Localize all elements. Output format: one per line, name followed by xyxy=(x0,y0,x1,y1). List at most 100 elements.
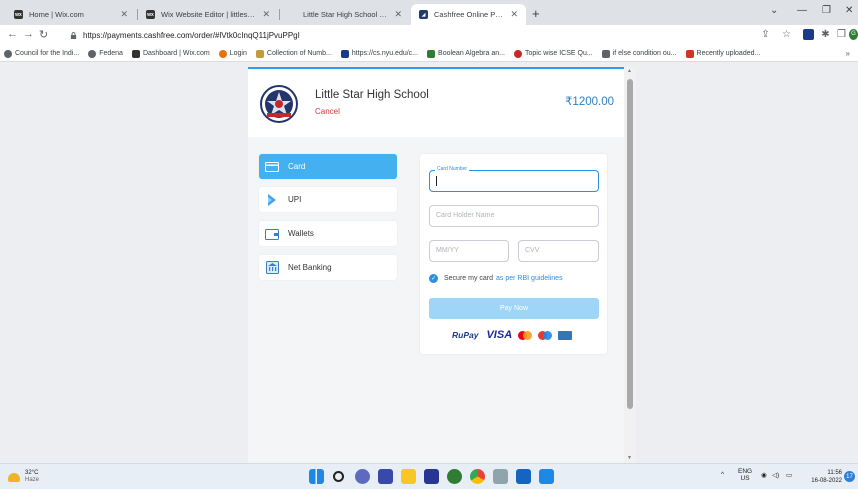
method-wallets[interactable]: Wallets xyxy=(259,221,397,246)
bookmark-item[interactable]: Login xyxy=(218,49,247,58)
volume-icon[interactable]: ◁) xyxy=(772,471,779,479)
wifi-icon[interactable]: ◉ xyxy=(761,471,767,479)
chat-icon[interactable] xyxy=(355,469,370,484)
chrome-icon[interactable] xyxy=(470,469,485,484)
pay-now-button[interactable]: Pay Now xyxy=(429,298,599,319)
method-net-banking[interactable]: Net Banking xyxy=(259,255,397,280)
method-label: Card xyxy=(288,162,306,171)
expiry-field[interactable]: MM/YY xyxy=(429,240,509,262)
scroll-up-icon[interactable]: ▲ xyxy=(627,68,632,74)
rbi-guidelines-link[interactable]: as per RBI guidelines xyxy=(496,275,563,282)
tab-search-icon[interactable]: ⌄ xyxy=(770,5,778,16)
bookmark-item[interactable]: if else condition ou... xyxy=(601,49,677,58)
payment-area: Card UPI Wallets Net Banking Card Number xyxy=(248,137,624,463)
more-bookmarks-icon[interactable]: » xyxy=(846,49,850,58)
bookmark-item[interactable]: Collection of Numb... xyxy=(255,49,332,58)
file-explorer-icon[interactable] xyxy=(401,469,416,484)
wix-icon xyxy=(131,49,140,58)
scrollbar-thumb[interactable] xyxy=(627,79,633,409)
language-indicator[interactable]: ENG US xyxy=(738,468,752,482)
wix-favicon-icon: wx xyxy=(146,10,155,19)
weather-text: Haze xyxy=(25,477,40,483)
maestro-icon xyxy=(538,330,553,340)
extension-icon[interactable] xyxy=(803,29,814,40)
bookmark-item[interactable]: Recently uploaded... xyxy=(685,49,760,58)
tab-wix-home[interactable]: wx Home | Wix.com ✕ xyxy=(6,4,136,25)
chart-icon xyxy=(255,49,264,58)
cashfree-favicon-icon: ◢ xyxy=(419,10,428,19)
address-bar[interactable]: https://payments.cashfree.com/order/#lVt… xyxy=(70,28,770,43)
cancel-link[interactable]: Cancel xyxy=(315,107,340,116)
close-icon[interactable]: ✕ xyxy=(394,9,402,20)
upi-icon xyxy=(265,193,279,206)
start-icon[interactable] xyxy=(309,469,324,484)
card-holder-field[interactable]: Card Holder Name xyxy=(429,205,599,227)
store-icon[interactable] xyxy=(424,469,439,484)
bookmark-item[interactable]: Topic wise ICSE Qu... xyxy=(513,49,593,58)
puzzle-icon[interactable]: ✱ xyxy=(820,29,831,40)
reload-icon[interactable]: ↻ xyxy=(39,28,48,41)
globe-icon xyxy=(4,49,12,58)
close-icon[interactable]: ✕ xyxy=(120,9,128,20)
close-icon[interactable]: ✕ xyxy=(262,9,270,20)
card-form: Card Number Card Holder Name MM/YY CVV ✓… xyxy=(420,154,607,354)
rupay-logo: RuPay xyxy=(452,330,479,340)
method-upi[interactable]: UPI xyxy=(259,187,397,212)
tab-wix-editor[interactable]: wx Wix Website Editor | littlestarhi( ✕ xyxy=(138,4,278,25)
date-text: 16-08-2022 xyxy=(811,478,842,484)
method-label: Wallets xyxy=(288,229,314,238)
method-label: Net Banking xyxy=(288,263,332,272)
nyu-icon xyxy=(340,49,349,58)
minimize-icon[interactable]: — xyxy=(797,5,807,16)
bookmark-item[interactable]: Dashboard | Wix.com xyxy=(131,49,210,58)
bookmark-item[interactable]: Council for the Indi... xyxy=(4,49,79,58)
accent-bar xyxy=(248,67,636,69)
app-icon[interactable] xyxy=(493,469,508,484)
tab-cashfree[interactable]: ◢ Cashfree Online Payments ✕ xyxy=(411,4,526,25)
mastercard-icon xyxy=(518,330,533,340)
back-icon[interactable]: ← xyxy=(7,28,18,40)
lock-icon xyxy=(70,32,77,39)
new-tab-icon[interactable]: + xyxy=(532,6,540,21)
forward-icon[interactable]: → xyxy=(23,28,34,40)
battery-icon[interactable]: ▭ xyxy=(786,471,792,479)
profile-avatar[interactable]: G xyxy=(849,29,858,40)
star-icon[interactable]: ☆ xyxy=(781,29,792,40)
search-icon[interactable] xyxy=(333,471,344,482)
method-label: UPI xyxy=(288,195,302,204)
clock[interactable]: 11:56 16-08-2022 xyxy=(811,469,842,485)
card-holder-placeholder: Card Holder Name xyxy=(436,212,495,219)
share-icon[interactable]: ⇪ xyxy=(760,29,771,40)
close-icon[interactable]: ✕ xyxy=(510,9,518,20)
chevron-up-icon[interactable]: ^ xyxy=(721,471,724,478)
bookmark-item[interactable]: https://cs.nyu.edu/c... xyxy=(340,49,418,58)
tab-little-star[interactable]: Little Star High School Bally | ICS ✕ xyxy=(280,4,410,25)
scroll-down-icon[interactable]: ▼ xyxy=(627,455,632,461)
maximize-icon[interactable]: ❐ xyxy=(822,5,831,16)
folder-icon xyxy=(685,49,694,58)
checkmark-icon[interactable]: ✓ xyxy=(429,274,438,283)
bookmark-item[interactable]: Boolean Algebra an... xyxy=(427,49,505,58)
scrollbar[interactable]: ▲ ▼ xyxy=(624,67,636,463)
card-icon xyxy=(265,161,279,173)
widgets-icon[interactable] xyxy=(378,469,393,484)
sidepanel-icon[interactable]: ❒ xyxy=(836,29,847,40)
login-icon xyxy=(218,49,227,58)
notification-badge[interactable]: 17 xyxy=(844,471,855,482)
text-caret xyxy=(436,176,437,186)
window-close-icon[interactable]: ✕ xyxy=(845,5,853,16)
tab-title: Home | Wix.com xyxy=(29,10,84,19)
card-number-field[interactable]: Card Number xyxy=(429,166,599,192)
save-card-option[interactable]: ✓ Secure my card as per RBI guidelines xyxy=(429,274,563,283)
edge-icon[interactable] xyxy=(447,469,462,484)
cvv-field[interactable]: CVV xyxy=(518,240,599,262)
code-icon xyxy=(601,49,610,58)
method-card[interactable]: Card xyxy=(259,154,397,179)
bank-icon xyxy=(265,261,279,274)
bookmark-item[interactable]: Fedena xyxy=(88,49,123,58)
app-icon[interactable] xyxy=(539,469,554,484)
weather-widget[interactable]: 32°C Haze xyxy=(8,470,39,484)
notepad-icon[interactable] xyxy=(516,469,531,484)
browser-toolbar: ← → ↻ https://payments.cashfree.com/orde… xyxy=(0,25,858,46)
tab-strip: wx Home | Wix.com ✕ wx Wix Website Edito… xyxy=(0,0,858,25)
